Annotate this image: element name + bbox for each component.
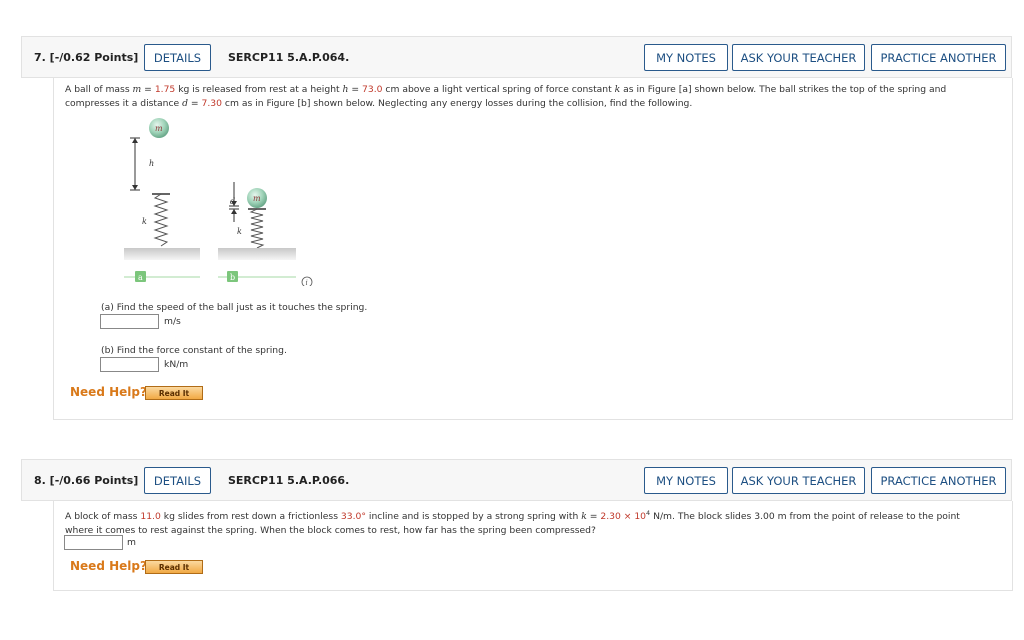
spring-b-k-label: k — [237, 227, 242, 236]
q8-details-button[interactable]: DETAILS — [144, 467, 211, 494]
q7-practice-another-button[interactable]: PRACTICE ANOTHER — [871, 44, 1006, 71]
figure-info-icon[interactable]: i — [301, 276, 313, 286]
svg-text:i: i — [306, 279, 308, 286]
q7-problem-code: SERCP11 5.A.P.064. — [228, 51, 350, 64]
spring-a-k-label: k — [142, 217, 147, 226]
q7-part-a-unit: m/s — [164, 316, 181, 327]
compression-label: d — [230, 197, 235, 206]
q7-part-a-input[interactable] — [100, 314, 159, 329]
q7-height-value: 73.0 — [362, 84, 383, 95]
q8-problem-text: A block of mass 11.0 kg slides from rest… — [65, 509, 960, 537]
q8-practice-another-button[interactable]: PRACTICE ANOTHER — [871, 467, 1006, 494]
q7-read-it-button[interactable]: Read It — [145, 386, 203, 400]
ball-a-label: m — [155, 124, 163, 133]
q7-distance-value: 7.30 — [201, 98, 222, 109]
q7-my-notes-button[interactable]: MY NOTES — [644, 44, 728, 71]
q8-k-value: 2.30 × 10 — [600, 511, 647, 523]
question-7-number: 7. [-/0.62 Points] — [34, 51, 139, 64]
q7-need-help: Need Help? — [70, 385, 147, 399]
spring-b — [249, 208, 265, 249]
q7-part-b-unit: kN/m — [164, 359, 189, 370]
height-label: h — [149, 159, 154, 168]
q8-problem-code: SERCP11 5.A.P.066. — [228, 474, 350, 487]
ball-b-label: m — [253, 194, 261, 203]
q8-ask-teacher-button[interactable]: ASK YOUR TEACHER — [732, 467, 865, 494]
q7-part-b-text: (b) Find the force constant of the sprin… — [101, 345, 287, 356]
q7-mass-value: 1.75 — [154, 84, 176, 95]
figure-panel-a: m h k a — [124, 118, 200, 282]
q8-angle-value: 33.0° — [340, 511, 366, 523]
question-7-header: 7. [-/0.62 Points] DETAILS SERCP11 5.A.P… — [21, 36, 1012, 78]
panel-b-label: b — [230, 273, 235, 282]
q8-read-it-button[interactable]: Read It — [145, 560, 203, 574]
q7-part-a-text: (a) Find the speed of the ball just as i… — [101, 302, 368, 313]
question-8-header: 8. [-/0.66 Points] DETAILS SERCP11 5.A.P… — [21, 459, 1012, 501]
q7-details-button[interactable]: DETAILS — [144, 44, 211, 71]
q7-ask-teacher-button[interactable]: ASK YOUR TEACHER — [732, 44, 865, 71]
question-8-number: 8. [-/0.66 Points] — [34, 474, 139, 487]
q7-problem-text: A ball of mass m = 1.75 kg is released f… — [65, 84, 947, 109]
figure-panel-b: m d k b — [218, 182, 296, 282]
spring-figure: m h k a m d k b i — [124, 118, 313, 286]
panel-a-label: a — [138, 273, 143, 282]
q8-need-help: Need Help? — [70, 559, 147, 573]
spring-a — [153, 193, 169, 247]
q8-my-notes-button[interactable]: MY NOTES — [644, 467, 728, 494]
q8-mass-value: 11.0 — [140, 511, 161, 523]
q8-answer-input[interactable] — [64, 535, 123, 550]
q7-part-b-input[interactable] — [100, 357, 159, 372]
q8-answer-unit: m — [127, 537, 136, 548]
